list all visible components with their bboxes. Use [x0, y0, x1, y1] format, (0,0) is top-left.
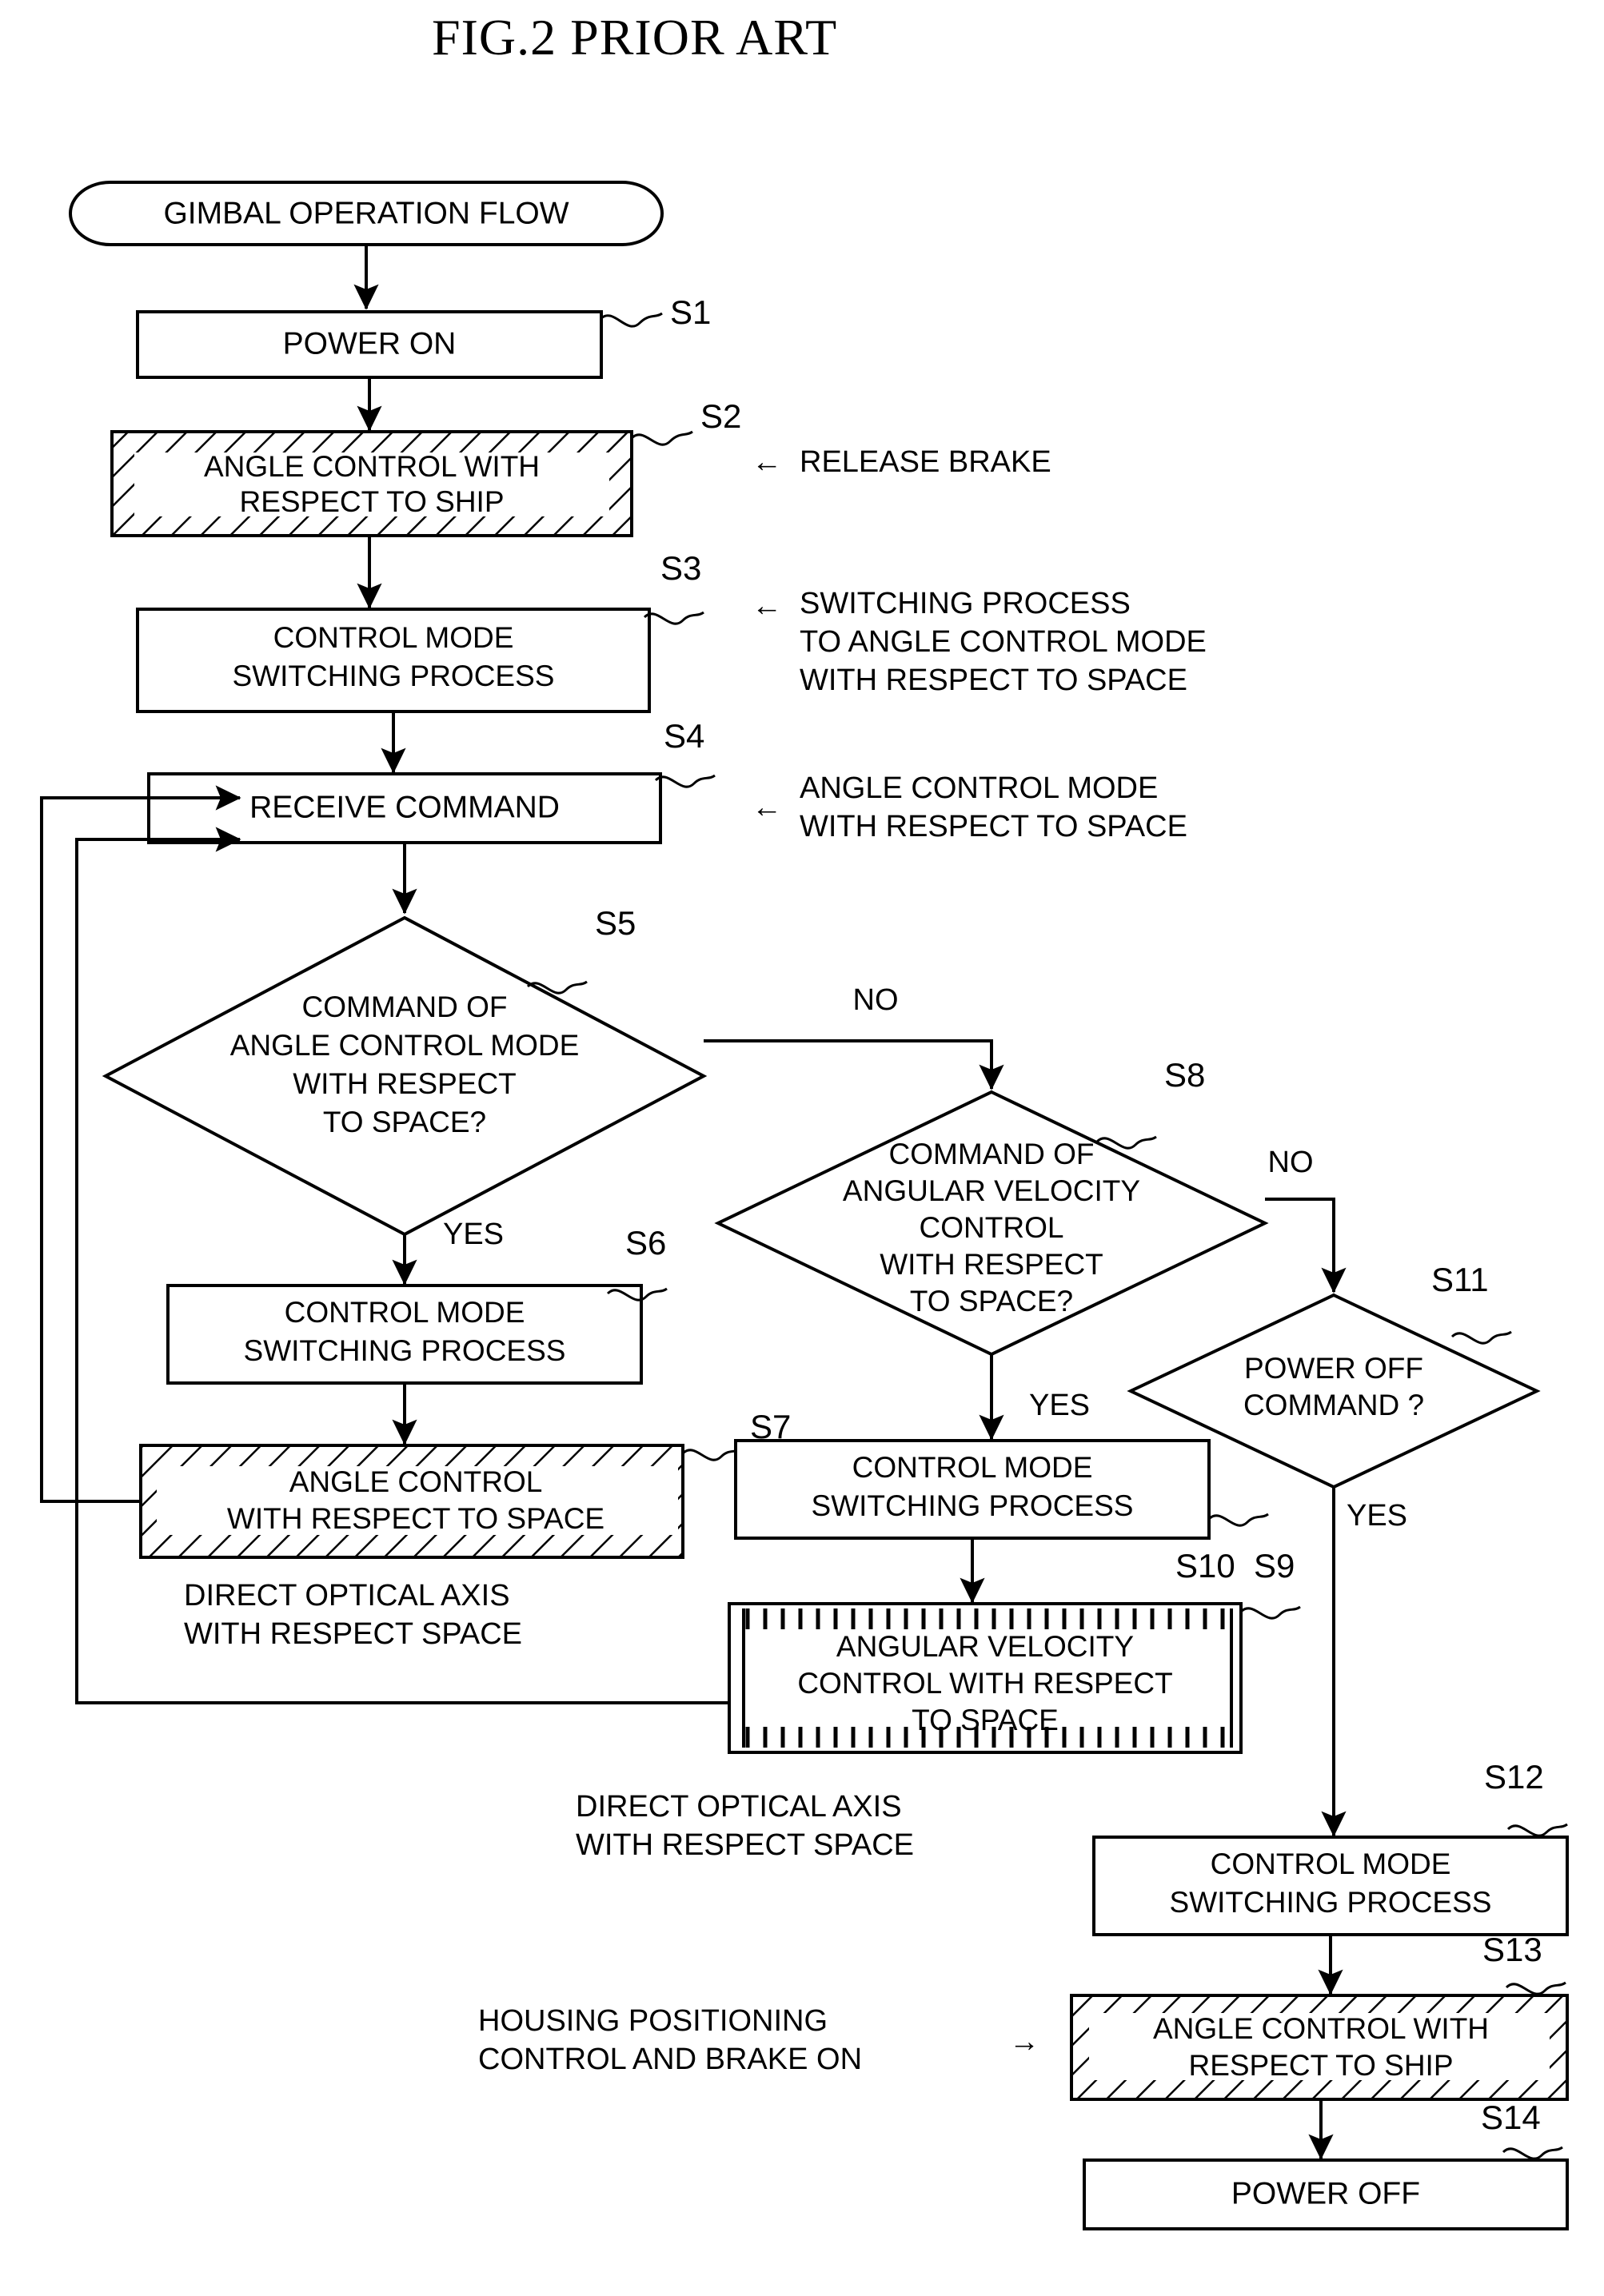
node-s3-line2: SWITCHING PROCESS — [233, 660, 555, 692]
ref-s2: S2 — [700, 397, 741, 435]
node-s8-line1: COMMAND OF — [889, 1138, 1095, 1170]
node-s1-label: POWER ON — [283, 326, 457, 361]
node-s5-line2: ANGLE CONTROL MODE — [230, 1029, 580, 1062]
node-s2-line1: ANGLE CONTROL WITH — [204, 450, 540, 483]
edge-s5-no — [704, 1039, 1004, 1090]
node-s13-line1: ANGLE CONTROL WITH — [1153, 2012, 1489, 2045]
node-s5-line1: COMMAND OF — [302, 991, 508, 1023]
leader-s2 — [630, 430, 693, 446]
node-s12-line2: SWITCHING PROCESS — [1170, 1886, 1492, 1919]
figure-title: FIG.2 PRIOR ART — [432, 9, 837, 66]
node-s7-line1: ANGLE CONTROL — [289, 1465, 543, 1498]
leader-s4 — [654, 774, 716, 788]
node-s6-line2: SWITCHING PROCESS — [244, 1334, 566, 1367]
ref-s1: S1 — [670, 293, 711, 331]
leader-s10 — [1239, 1605, 1301, 1620]
ref-s8: S8 — [1164, 1056, 1205, 1094]
ref-s3: S3 — [660, 549, 701, 587]
annotation-direct-axis-mid-line1: DIRECT OPTICAL AXIS — [576, 1790, 902, 1824]
leader-s1 — [601, 312, 663, 328]
annotation-release-brake-arrow: ← — [752, 445, 782, 479]
leader-s14 — [1502, 2146, 1563, 2160]
node-s7-line2: WITH RESPECT TO SPACE — [227, 1502, 604, 1535]
edge-label-s5-yes: YES — [443, 1218, 504, 1251]
edge-label-s11-yes: YES — [1347, 1499, 1407, 1533]
ref-s6: S6 — [625, 1224, 666, 1262]
node-s8-line2: ANGULAR VELOCITY — [843, 1174, 1140, 1207]
node-s10-top-ticks — [734, 1608, 1236, 1629]
leader-s3 — [643, 611, 704, 625]
annotation-housing-arrow: → — [1009, 2025, 1039, 2059]
edge-label-s5-no: NO — [853, 983, 899, 1017]
patent-figure: FIG.2 PRIOR ART GIMBAL OPERATION FLOW PO… — [0, 0, 1604, 2296]
edge-label-s8-no: NO — [1268, 1146, 1314, 1179]
annotation-switch-space-arrow: ← — [752, 589, 782, 623]
ref-s11: S11 — [1431, 1261, 1489, 1298]
annotation-angle-mode-line1: ANGLE CONTROL MODE — [800, 771, 1158, 805]
ref-s13: S13 — [1482, 1931, 1542, 1968]
annotation-angle-mode-line2: WITH RESPECT TO SPACE — [800, 810, 1187, 843]
node-s3-line1: CONTROL MODE — [273, 621, 514, 654]
leader-s13 — [1505, 1981, 1566, 1995]
node-s12-line1: CONTROL MODE — [1211, 1848, 1451, 1880]
node-s13-line2: RESPECT TO SHIP — [1188, 2049, 1453, 2082]
node-s10-line2: CONTROL WITH RESPECT — [797, 1667, 1172, 1700]
node-s10-line3: TO SPACE — [912, 1704, 1059, 1736]
edge-s7-feedback-to-s4 — [40, 785, 241, 1503]
gimbal-operation-flowchart: FIG.2 PRIOR ART GIMBAL OPERATION FLOW PO… — [40, 9, 1569, 2230]
node-s9-line1: CONTROL MODE — [852, 1451, 1093, 1484]
annotation-direct-axis-mid-line2: WITH RESPECT SPACE — [576, 1828, 914, 1862]
edge-s8-no — [1265, 1198, 1347, 1293]
node-s9-line2: SWITCHING PROCESS — [812, 1489, 1134, 1522]
start-terminal-label: GIMBAL OPERATION FLOW — [163, 196, 569, 230]
leader-s12 — [1506, 1823, 1568, 1837]
annotation-switch-space-line3: WITH RESPECT TO SPACE — [800, 664, 1187, 697]
annotation-switch-space-line2: TO ANGLE CONTROL MODE — [800, 625, 1207, 659]
node-s5-line4: TO SPACE? — [323, 1106, 486, 1138]
node-s8-line3: CONTROL — [920, 1211, 1064, 1244]
node-s10-line1: ANGULAR VELOCITY — [836, 1630, 1134, 1663]
annotation-angle-mode-arrow: ← — [752, 791, 782, 824]
annotation-direct-axis-left-line1: DIRECT OPTICAL AXIS — [184, 1579, 510, 1612]
node-s11-line2: COMMAND ? — [1243, 1389, 1424, 1421]
node-s8-line5: TO SPACE? — [910, 1285, 1073, 1317]
node-s5-line3: WITH RESPECT — [293, 1067, 517, 1100]
ref-s10: S10 — [1175, 1547, 1235, 1584]
leader-s7 — [681, 1447, 743, 1461]
ref-s4: S4 — [664, 717, 704, 755]
ref-s12: S12 — [1484, 1758, 1544, 1796]
node-s4-label: RECEIVE COMMAND — [249, 790, 560, 824]
node-s6-line1: CONTROL MODE — [285, 1296, 525, 1329]
node-s11-line1: POWER OFF — [1244, 1352, 1423, 1385]
annotation-housing-line1: HOUSING POSITIONING — [478, 2004, 828, 2038]
annotation-direct-axis-left-line2: WITH RESPECT SPACE — [184, 1617, 522, 1651]
leader-s11 — [1450, 1330, 1512, 1345]
ref-s5: S5 — [595, 904, 636, 942]
node-s14-label: POWER OFF — [1231, 2176, 1420, 2210]
annotation-housing-line2: CONTROL AND BRAKE ON — [478, 2043, 862, 2076]
node-s2-line2: RESPECT TO SHIP — [239, 485, 504, 518]
edge-label-s8-yes: YES — [1029, 1389, 1090, 1422]
annotation-switch-space-line1: SWITCHING PROCESS — [800, 587, 1131, 620]
ref-s9: S9 — [1254, 1547, 1295, 1584]
annotation-release-brake-line1: RELEASE BRAKE — [800, 445, 1051, 479]
ref-s14: S14 — [1481, 2099, 1541, 2136]
leader-s9 — [1207, 1513, 1269, 1527]
node-s8-line4: WITH RESPECT — [880, 1248, 1103, 1281]
